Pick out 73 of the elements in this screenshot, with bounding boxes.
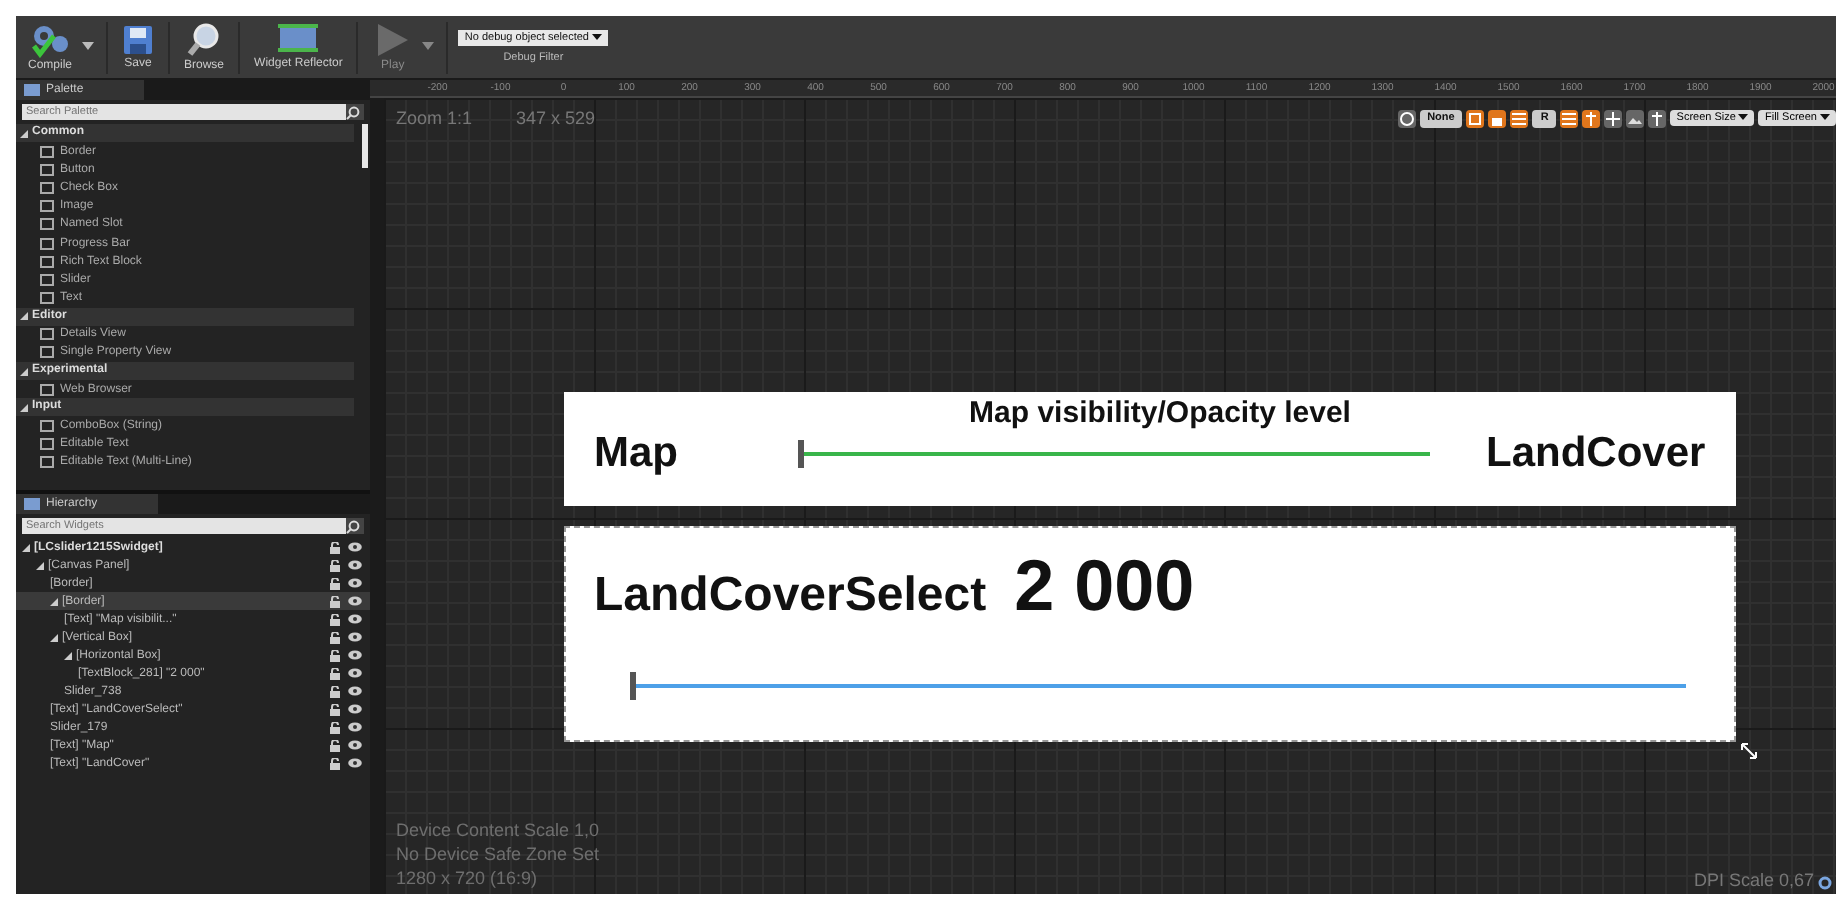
expand-arrow-icon[interactable]	[20, 312, 28, 321]
expand-arrow-icon[interactable]	[20, 367, 28, 376]
scrollbar-thumb[interactable]	[362, 124, 368, 168]
widget-icon	[40, 383, 54, 396]
lock-icon[interactable]	[330, 739, 342, 751]
search-icon[interactable]	[346, 519, 360, 533]
eye-icon[interactable]	[348, 650, 362, 660]
size-label: 347 x 529	[516, 108, 596, 128]
monitor-icon	[276, 24, 321, 56]
play-icon	[372, 22, 413, 58]
palette-icon	[24, 84, 40, 96]
map-label: Map	[594, 430, 678, 478]
gear-check-icon	[28, 22, 72, 58]
expand-arrow-icon[interactable]	[64, 651, 72, 659]
expand-arrow-icon[interactable]	[36, 561, 44, 569]
slider-handle[interactable]	[798, 440, 804, 468]
panel-title: Map visibility/Opacity level	[967, 396, 1353, 430]
value-label: 2 000	[1014, 544, 1195, 628]
eye-icon[interactable]	[348, 578, 362, 588]
zoom-label: Zoom 1:1	[396, 108, 473, 128]
toolbar-toggle[interactable]	[1648, 109, 1667, 127]
eye-icon[interactable]	[348, 614, 362, 624]
eye-icon[interactable]	[348, 758, 362, 768]
caret-icon[interactable]	[1738, 114, 1749, 120]
expand-arrow-icon[interactable]	[50, 633, 58, 641]
lock-icon[interactable]	[330, 595, 342, 607]
toolbar-toggle[interactable]	[1604, 109, 1623, 127]
toolbar-toggle[interactable]	[1582, 109, 1601, 127]
caret-icon[interactable]	[1820, 114, 1830, 120]
caret-icon[interactable]	[592, 34, 602, 40]
landcover-label: LandCover	[1486, 430, 1706, 478]
lock-icon[interactable]	[330, 703, 342, 715]
lock-icon[interactable]	[330, 667, 342, 679]
lock-icon[interactable]	[330, 757, 342, 769]
lock-icon[interactable]	[330, 559, 342, 571]
info-text: Device Content Scale 1,0	[396, 818, 602, 842]
eye-icon[interactable]	[348, 686, 362, 696]
expand-arrow-icon[interactable]	[20, 403, 28, 412]
search-icon[interactable]	[346, 105, 360, 119]
lock-icon[interactable]	[330, 685, 342, 697]
lock-icon[interactable]	[330, 577, 342, 589]
slider-handle[interactable]	[630, 672, 636, 700]
lock-icon[interactable]	[330, 649, 342, 661]
info-text: 1280 x 720 (16:9)	[396, 866, 540, 890]
lock-icon[interactable]	[330, 631, 342, 643]
lock-icon[interactable]	[330, 613, 342, 625]
expand-arrow-icon[interactable]	[22, 543, 30, 551]
toolbar-toggle[interactable]	[1560, 109, 1579, 127]
eye-icon[interactable]	[348, 722, 362, 732]
magnifier-icon	[186, 22, 223, 58]
caret-icon[interactable]	[82, 42, 95, 50]
lock-icon[interactable]	[330, 541, 342, 553]
tree-icon	[24, 498, 40, 510]
settings-icon[interactable]	[1818, 876, 1832, 890]
lock-icon[interactable]	[330, 721, 342, 733]
dpi-scale-label: DPI Scale 0,67	[1693, 870, 1814, 890]
select-label: LandCoverSelect	[594, 568, 987, 624]
toolbar-toggle[interactable]	[1510, 109, 1529, 127]
eye-icon[interactable]	[348, 704, 362, 714]
toolbar-toggle[interactable]	[1626, 109, 1645, 127]
toolbar-toggle[interactable]	[1466, 109, 1485, 127]
expand-arrow-icon[interactable]	[20, 129, 28, 137]
resize-handle-icon[interactable]	[1740, 742, 1758, 760]
toolbar-toggle[interactable]	[1488, 109, 1507, 127]
eye-icon[interactable]	[348, 596, 362, 606]
eye-icon[interactable]	[348, 740, 362, 750]
expand-arrow-icon[interactable]	[50, 597, 58, 605]
toolbar-toggle[interactable]	[1397, 109, 1416, 127]
eye-icon[interactable]	[348, 560, 362, 570]
eye-icon[interactable]	[348, 542, 362, 552]
eye-icon[interactable]	[348, 632, 362, 642]
eye-icon[interactable]	[348, 668, 362, 678]
info-text: No Device Safe Zone Set	[396, 842, 602, 866]
